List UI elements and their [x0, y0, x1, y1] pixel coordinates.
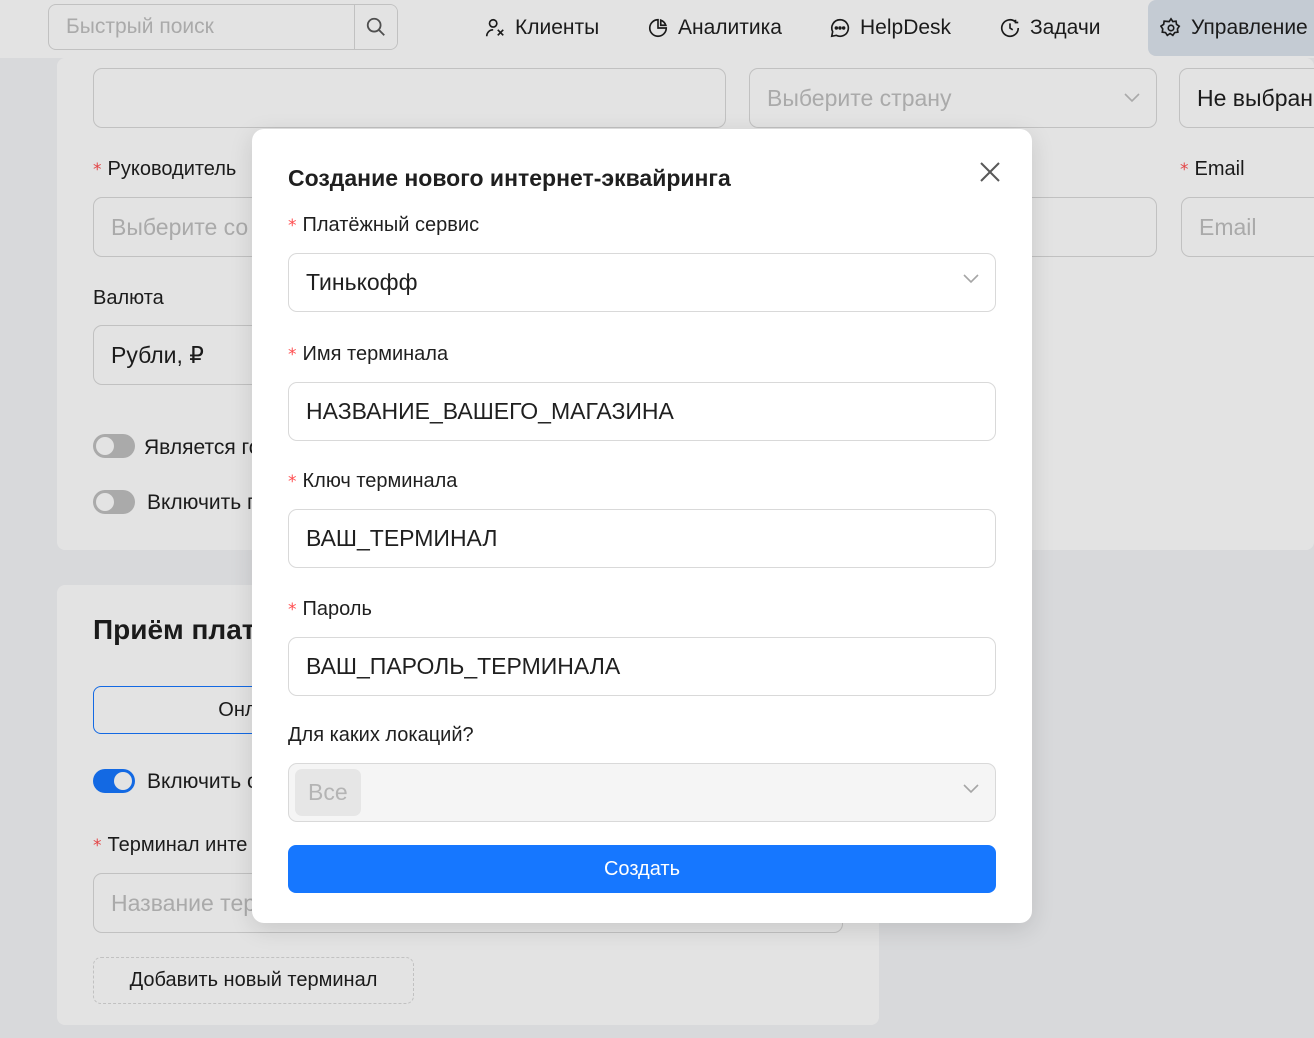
locations-tag: Все — [295, 769, 361, 816]
chevron-down-icon — [963, 274, 979, 284]
service-select[interactable]: Тинькофф — [288, 253, 996, 312]
create-button[interactable]: Создать — [288, 845, 996, 893]
close-icon — [980, 162, 1000, 182]
service-value: Тинькофф — [306, 269, 418, 295]
locations-label: Для каких локаций? — [288, 724, 474, 746]
terminal-key-input[interactable] — [288, 509, 996, 568]
terminal-name-label: * Имя терминала — [288, 343, 449, 365]
close-button[interactable] — [976, 158, 1004, 186]
password-label: * Пароль — [288, 598, 372, 620]
chevron-down-icon — [963, 784, 979, 794]
terminal-name-input[interactable] — [288, 382, 996, 441]
locations-select[interactable]: Все — [288, 763, 996, 822]
service-label: * Платёжный сервис — [288, 214, 480, 236]
terminal-key-label: * Ключ терминала — [288, 470, 458, 492]
password-input[interactable] — [288, 637, 996, 696]
create-acquiring-modal: Создание нового интернет-эквайринга * Пла… — [252, 129, 1032, 923]
modal-title: Создание нового интернет-эквайринга — [288, 165, 731, 191]
